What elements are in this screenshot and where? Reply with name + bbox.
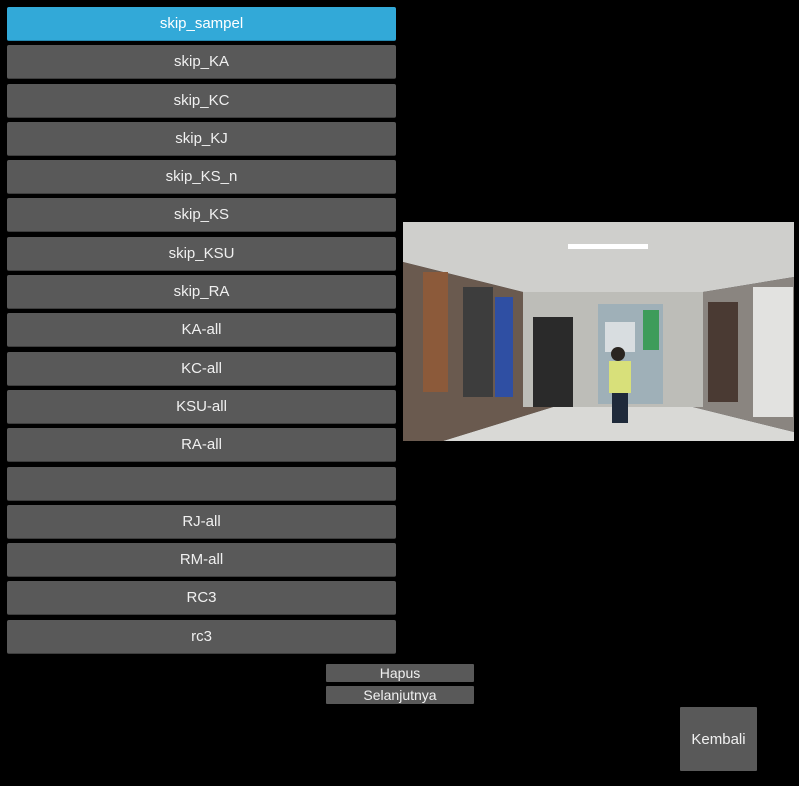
list-item-button[interactable]: skip_KS_n <box>7 160 396 195</box>
list-item-button[interactable]: KA-all <box>7 313 396 348</box>
list-item-button[interactable]: RJ-all <box>7 504 396 539</box>
list-item-button[interactable]: RM-all <box>7 543 396 578</box>
list-item-button[interactable]: skip_KSU <box>7 236 396 271</box>
delete-button[interactable]: Hapus <box>326 664 474 682</box>
list-item-button[interactable]: KSU-all <box>7 389 396 424</box>
dataset-list: skip_sampel skip_KA skip_KC skip_KJ skip_KS_… <box>7 7 396 658</box>
list-item-button[interactable]: skip_KA <box>7 45 396 80</box>
list-item-button[interactable]: skip_KC <box>7 83 396 118</box>
back-button[interactable]: Kembali <box>680 707 757 771</box>
list-item-button[interactable] <box>7 466 396 501</box>
list-item-button[interactable]: RA-all <box>7 428 396 463</box>
camera-preview-image <box>403 222 794 441</box>
list-item-button[interactable]: rc3 <box>7 619 396 654</box>
next-button[interactable]: Selanjutnya <box>326 686 474 704</box>
list-item-button[interactable]: skip_RA <box>7 275 396 310</box>
list-item-button[interactable]: skip_KS <box>7 198 396 233</box>
camera-preview-graphic <box>403 222 794 441</box>
list-item-button[interactable]: KC-all <box>7 351 396 386</box>
list-item-button[interactable]: skip_sampel <box>7 7 396 41</box>
list-item-button[interactable]: RC3 <box>7 581 396 616</box>
list-item-button[interactable]: skip_KJ <box>7 121 396 156</box>
